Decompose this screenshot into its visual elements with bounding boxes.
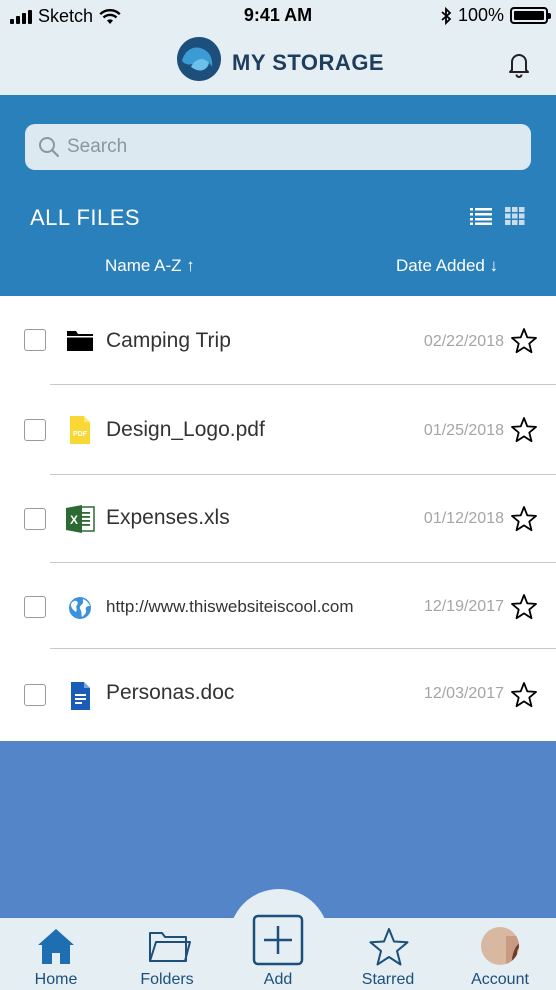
file-name: Design_Logo.pdf [106,418,265,441]
tab-label: Home [34,971,78,988]
home-icon [38,929,74,964]
folder-icon [67,331,93,351]
tab-label: Add [263,971,293,988]
list-item[interactable]: X Expenses.xls 01/12/2018 [0,475,556,562]
status-bar: Sketch 9:41 AM 100% [0,0,556,30]
tab-label: Account [471,971,529,988]
tab-starred[interactable]: Starred [343,918,433,990]
select-checkbox[interactable] [24,419,46,441]
battery-info: 100% [440,5,551,26]
add-icon [252,914,304,966]
list-item[interactable]: Personas.doc 12/03/2017 [0,649,556,741]
file-list: Camping Trip 02/22/2018 PDF Design_Logo.… [0,296,556,741]
notification-bell-icon[interactable] [505,50,533,78]
file-date: 01/12/2018 [423,510,504,527]
sort-by-name-button[interactable]: Name A-Z ↑ [105,256,195,276]
file-date: 02/22/2018 [423,333,504,350]
battery-icon [510,7,551,24]
star-icon[interactable] [510,327,538,355]
star-icon [369,928,409,966]
tab-folders[interactable]: Folders [122,918,212,990]
tab-label: Folders [140,971,194,988]
avatar [481,927,519,965]
document-icon [71,682,90,710]
section-title: ALL FILES [30,205,141,230]
list-item[interactable]: PDF Design_Logo.pdf 01/25/2018 [0,385,556,474]
bluetooth-icon [441,6,452,25]
file-name: Expenses.xls [106,506,230,529]
search-input[interactable] [67,124,507,170]
tab-account[interactable]: Account [455,918,545,990]
grid-view-icon[interactable] [505,207,525,225]
tab-label: Starred [361,971,415,988]
search-box[interactable] [25,124,531,170]
file-name: http://www.thiswebsiteiscool.com [106,597,354,616]
select-checkbox[interactable] [24,684,46,706]
pdf-file-icon: PDF [70,416,90,444]
list-item[interactable]: Camping Trip 02/22/2018 [0,296,556,384]
app-title: MY STORAGE [232,50,385,75]
files-header-panel: ALL FILES Name A-Z ↑ Date Added ↓ [0,95,556,296]
file-name: Personas.doc [106,681,235,704]
file-name: Camping Trip [106,329,231,352]
list-item[interactable]: http://www.thiswebsiteiscool.com 12/19/2… [0,563,556,648]
battery-percent: 100% [457,5,504,25]
select-checkbox[interactable] [24,596,46,618]
list-view-icon[interactable] [470,207,492,225]
search-icon [39,137,60,158]
sort-by-date-button[interactable]: Date Added ↓ [396,256,498,276]
file-date: 12/19/2017 [423,598,504,615]
star-icon[interactable] [510,681,538,709]
file-date: 01/25/2018 [423,422,504,439]
folder-icon [149,932,191,962]
star-icon[interactable] [510,593,538,621]
star-icon[interactable] [510,416,538,444]
star-icon[interactable] [510,505,538,533]
tab-add[interactable]: Add [233,914,323,990]
app-logo [177,37,221,81]
excel-file-icon: X [66,505,95,533]
file-date: 12/03/2017 [423,685,504,702]
svg-text:PDF: PDF [73,431,88,438]
globe-icon [69,597,91,619]
select-checkbox[interactable] [24,329,46,351]
svg-text:X: X [70,513,78,527]
select-checkbox[interactable] [24,508,46,530]
app-header: MY STORAGE [0,30,556,95]
tab-home[interactable]: Home [11,918,101,990]
